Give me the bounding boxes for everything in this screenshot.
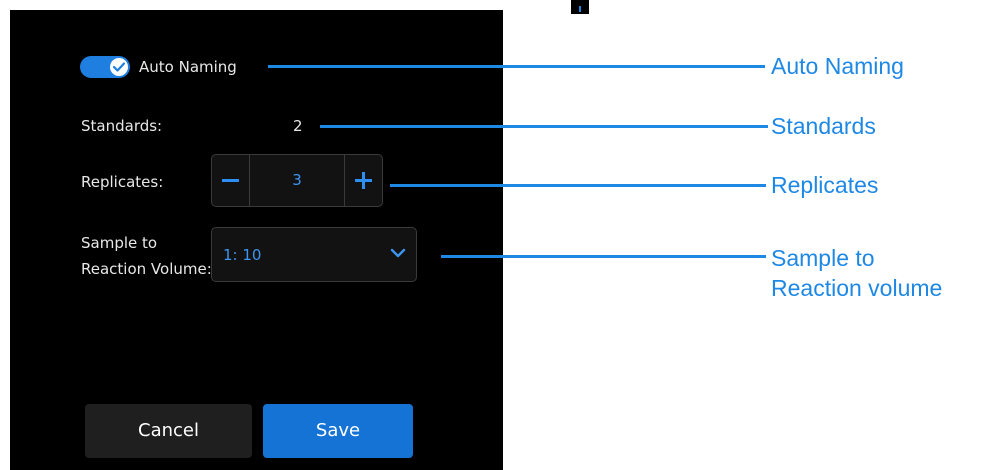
top-marker bbox=[571, 0, 589, 14]
callout-line-standards bbox=[320, 125, 768, 128]
standards-label: Standards: bbox=[81, 117, 163, 135]
callout-sample-line1: Sample to bbox=[771, 245, 875, 271]
sample-volume-value: 1: 10 bbox=[223, 246, 262, 264]
callout-sample-line2: Reaction volume bbox=[771, 275, 943, 301]
callout-line-replicates bbox=[390, 184, 766, 187]
callout-auto-naming: Auto Naming bbox=[771, 53, 904, 79]
chevron-down-icon bbox=[390, 248, 406, 258]
cancel-button[interactable]: Cancel bbox=[85, 404, 252, 458]
callout-line-auto-naming bbox=[268, 65, 765, 68]
increment-button[interactable] bbox=[344, 155, 382, 206]
sample-volume-select[interactable]: 1: 10 bbox=[211, 227, 417, 282]
auto-naming-toggle[interactable] bbox=[80, 56, 130, 78]
decrement-button[interactable] bbox=[212, 155, 250, 206]
top-marker-tick bbox=[579, 6, 581, 12]
toggle-knob bbox=[110, 58, 128, 76]
callout-replicates: Replicates bbox=[771, 172, 879, 198]
sample-volume-label-line1: Sample to bbox=[81, 234, 158, 252]
replicates-value[interactable]: 3 bbox=[250, 171, 344, 189]
callout-line-sample-volume bbox=[441, 255, 766, 258]
check-icon bbox=[113, 62, 125, 72]
replicates-label: Replicates: bbox=[81, 173, 164, 191]
auto-naming-label: Auto Naming bbox=[139, 58, 237, 76]
standards-value: 2 bbox=[293, 117, 303, 135]
replicates-stepper[interactable]: 3 bbox=[211, 154, 383, 207]
sample-volume-label-line2: Reaction Volume: bbox=[81, 260, 212, 278]
callout-standards: Standards bbox=[771, 113, 876, 139]
figure: Auto Naming Standards: 2 Replicates: 3 S… bbox=[0, 0, 983, 470]
minus-icon bbox=[222, 179, 239, 182]
save-button[interactable]: Save bbox=[263, 404, 413, 458]
